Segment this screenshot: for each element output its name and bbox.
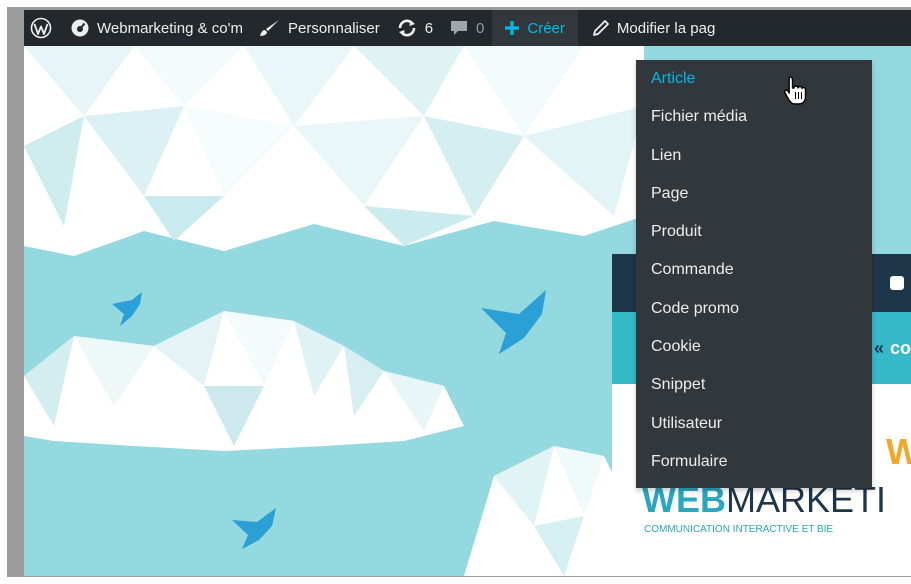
site-name: Webmarketing & co'm xyxy=(97,19,243,37)
new-menu-item-lien[interactable]: Lien xyxy=(636,137,872,175)
new-menu-item-page[interactable]: Page xyxy=(636,175,872,213)
dashboard-icon xyxy=(70,18,90,38)
customize-link[interactable]: Personnaliser xyxy=(251,10,388,46)
comment-icon xyxy=(449,18,469,38)
youtube-icon xyxy=(890,276,904,290)
pencil-icon xyxy=(592,19,610,37)
customize-label: Personnaliser xyxy=(287,19,380,37)
admin-bar: Webmarketing & co'm Personnaliser 6 0 Cr… xyxy=(24,10,911,46)
site-tagline: COMMUNICATION INTERACTIVE ET BIE xyxy=(644,524,833,535)
new-menu-item-fichier-média[interactable]: Fichier média xyxy=(636,98,872,136)
update-icon xyxy=(396,18,418,38)
updates-count: 6 xyxy=(424,19,434,37)
new-menu-item-produit[interactable]: Produit xyxy=(636,213,872,251)
new-menu-item-code-promo[interactable]: Code promo xyxy=(636,290,872,328)
wordpress-logo-icon xyxy=(30,17,52,39)
social-arrow-icon: « xyxy=(874,338,884,358)
plus-icon xyxy=(504,20,520,36)
wp-logo-menu[interactable] xyxy=(24,10,62,46)
edit-page-label: Modifier la pag xyxy=(616,19,716,37)
new-content-label: Créer xyxy=(527,19,565,37)
new-menu-item-utilisateur[interactable]: Utilisateur xyxy=(636,405,872,443)
site-name-menu[interactable]: Webmarketing & co'm xyxy=(62,10,251,46)
new-menu-item-snippet[interactable]: Snippet xyxy=(636,366,872,404)
logo-accent: W xyxy=(886,431,911,472)
hand-cursor-icon xyxy=(783,76,807,105)
new-menu-item-formulaire[interactable]: Formulaire xyxy=(636,443,872,481)
new-menu-item-article[interactable]: Article xyxy=(636,60,872,98)
paintbrush-icon xyxy=(259,18,281,38)
updates-link[interactable]: 6 xyxy=(388,10,441,46)
comments-count: 0 xyxy=(476,19,485,37)
new-menu-item-cookie[interactable]: Cookie xyxy=(636,328,872,366)
comments-link[interactable]: 0 xyxy=(441,10,492,46)
new-content-dropdown: Article Fichier média Lien Page Produit Comma… xyxy=(636,60,872,488)
new-menu-item-commande[interactable]: Commande xyxy=(636,251,872,289)
new-content-menu[interactable]: Créer xyxy=(492,10,578,46)
social-text: co xyxy=(890,338,911,358)
edit-page-link[interactable]: Modifier la pag xyxy=(578,10,723,46)
